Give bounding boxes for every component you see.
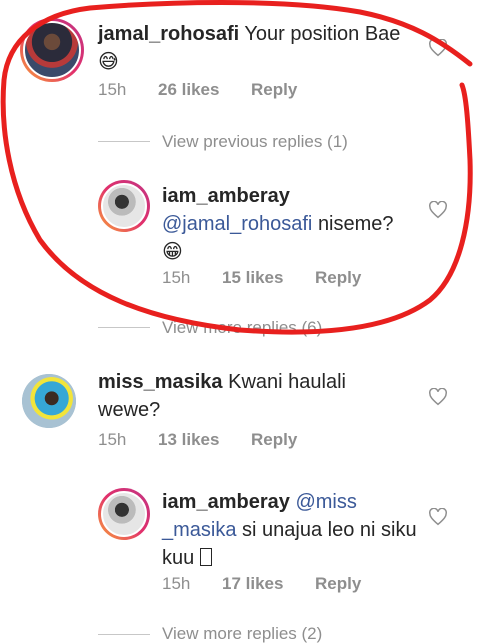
divider <box>98 634 150 635</box>
timestamp: 15h <box>162 574 191 593</box>
reply-button[interactable]: Reply <box>251 80 297 100</box>
avatar[interactable] <box>98 180 150 232</box>
reply-button[interactable]: Reply <box>315 574 361 594</box>
heart-icon[interactable] <box>428 388 448 406</box>
avatar[interactable] <box>20 18 84 82</box>
comment-text: iam_amberay @miss _masika si unajua leo … <box>162 488 422 572</box>
view-previous-replies[interactable]: View previous replies (1) <box>162 132 348 152</box>
heart-icon[interactable] <box>428 39 448 57</box>
likes-count[interactable]: 17 likes <box>222 574 283 594</box>
username[interactable]: iam_amberay <box>162 491 290 513</box>
timestamp: 15h <box>98 430 127 449</box>
comment-body: Your position Bae <box>244 23 401 45</box>
divider <box>98 141 150 142</box>
heart-icon[interactable] <box>428 201 448 219</box>
avatar[interactable] <box>22 374 76 428</box>
reply-button[interactable]: Reply <box>251 430 297 450</box>
timestamp: 15h <box>98 80 127 99</box>
avatar[interactable] <box>98 488 150 540</box>
username[interactable]: miss_masika <box>98 371 223 393</box>
likes-count[interactable]: 15 likes <box>222 268 283 288</box>
timestamp: 15h <box>162 268 191 287</box>
reply-button[interactable]: Reply <box>315 268 361 288</box>
view-more-replies[interactable]: View more replies (6) <box>162 318 322 338</box>
comment-text: jamal_rohosafi Your position Bae 😅 <box>98 20 418 76</box>
heart-icon[interactable] <box>428 508 448 526</box>
username[interactable]: iam_amberay <box>162 185 290 207</box>
emoji: 😅 <box>98 51 119 73</box>
comment-text: iam_amberay @jamal_rohosafi niseme? 😁 <box>162 182 422 266</box>
username[interactable]: jamal_rohosafi <box>98 23 239 45</box>
mention-link[interactable]: @jamal_rohosafi <box>162 213 312 235</box>
emoji-placeholder <box>199 548 212 566</box>
likes-count[interactable]: 26 likes <box>158 80 219 100</box>
comment-body: niseme? <box>317 213 394 235</box>
likes-count[interactable]: 13 likes <box>158 430 219 450</box>
view-more-replies[interactable]: View more replies (2) <box>162 624 322 644</box>
divider <box>98 327 150 328</box>
comment-text: miss_masika Kwani haulali wewe? <box>98 368 398 424</box>
emoji: 😁 <box>162 241 183 263</box>
